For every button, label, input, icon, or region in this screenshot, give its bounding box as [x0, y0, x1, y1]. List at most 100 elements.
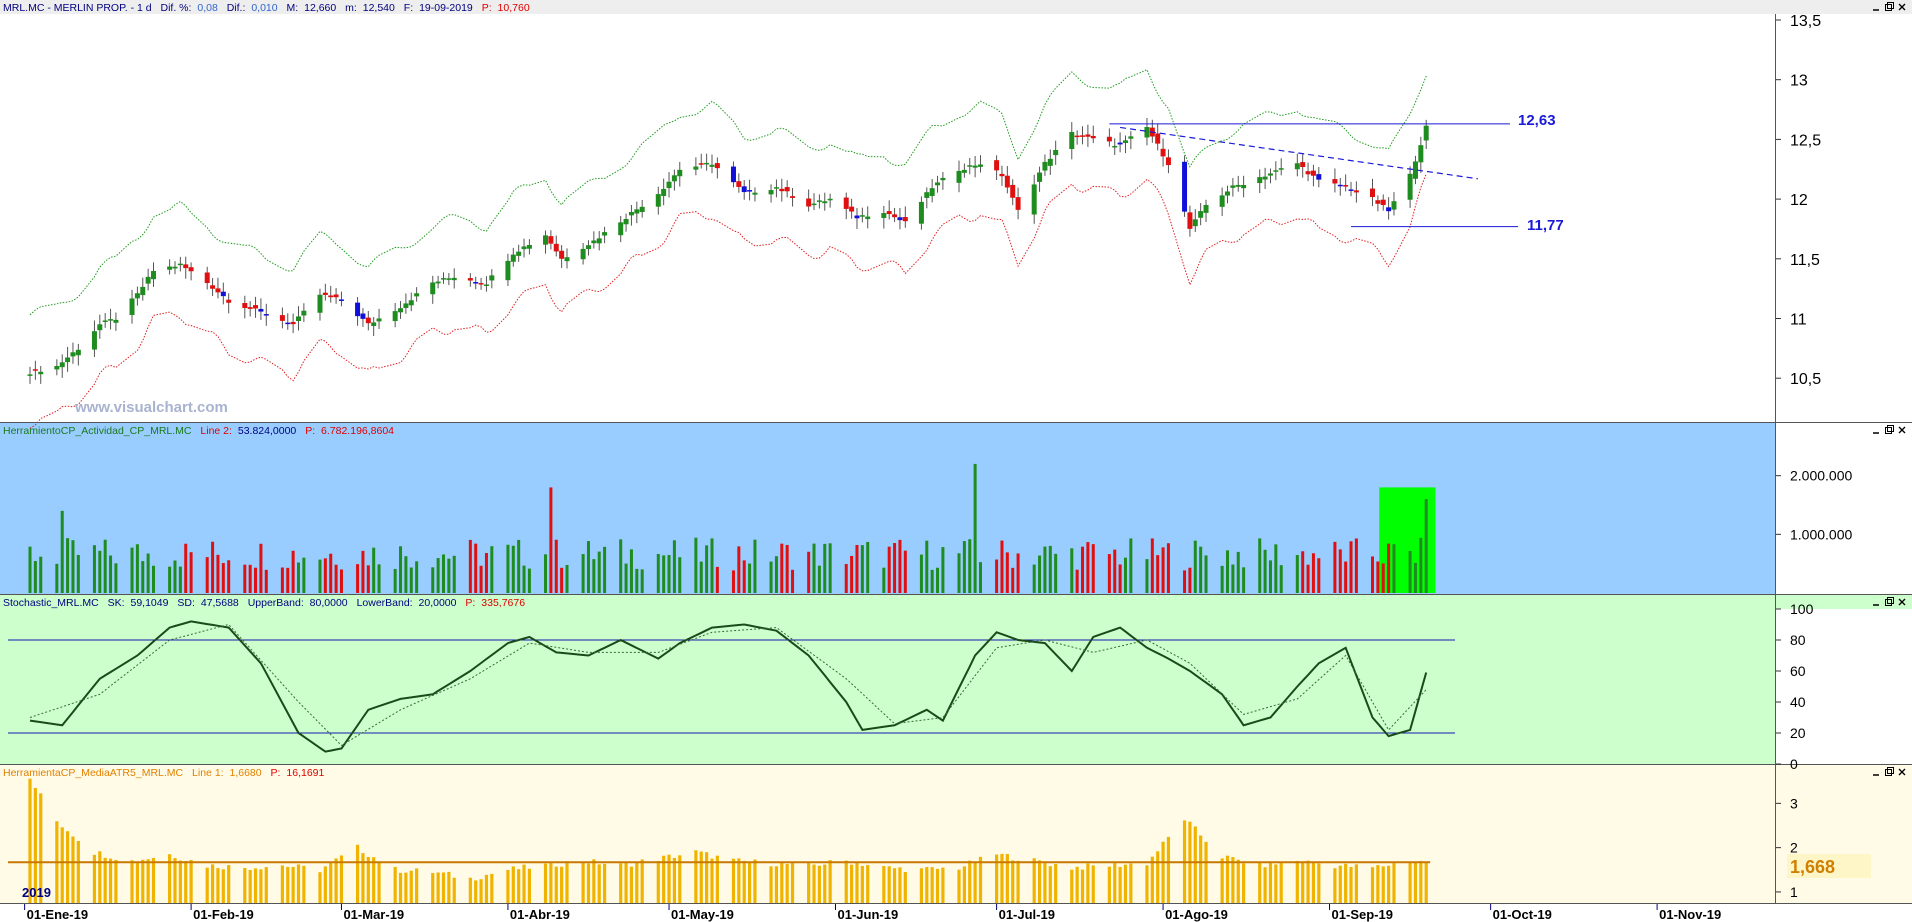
atr-header: HerramientaCP_MediaATR5_MRL.MC Line 1: 1…	[3, 767, 325, 779]
atr-bar	[549, 861, 553, 903]
volume-bar	[769, 561, 773, 593]
atr-bar	[361, 853, 365, 903]
atr-bar	[151, 858, 156, 903]
volume-bar	[903, 550, 907, 593]
atr-bar	[919, 868, 924, 903]
atr-bar	[973, 862, 977, 903]
atr-bar	[1123, 864, 1128, 903]
volume-bar	[1091, 544, 1095, 593]
atr-bar	[1150, 856, 1154, 903]
candle-body	[1230, 185, 1236, 188]
volume-bar	[329, 553, 333, 593]
candle-body	[1407, 173, 1413, 200]
atr-bar	[694, 850, 698, 903]
volume-bar	[978, 562, 982, 593]
candle-body	[54, 366, 60, 370]
atr-bar	[1107, 866, 1111, 903]
atr-bar	[1166, 836, 1171, 903]
volume-bar	[973, 463, 977, 593]
candle-body	[671, 175, 677, 182]
volume-bar	[1054, 553, 1058, 593]
atr-bar	[957, 869, 961, 903]
atr-bar	[474, 880, 478, 903]
candle-body	[188, 267, 194, 272]
atr-bar	[1054, 863, 1058, 903]
volume-bar	[941, 547, 945, 593]
candle-body	[38, 371, 44, 375]
candle-body	[1294, 163, 1300, 170]
candle-body	[1080, 135, 1086, 137]
volume-bar	[415, 561, 419, 593]
candle-body	[886, 211, 892, 215]
atr-bar	[1113, 863, 1117, 903]
atr-bar	[812, 864, 816, 903]
volume-bar	[995, 559, 999, 593]
volume-bar	[356, 564, 360, 593]
candle-body	[1278, 168, 1284, 170]
volume-bar	[399, 546, 403, 593]
atr-bar	[366, 856, 370, 903]
candle-body	[736, 181, 742, 187]
atr-bar	[1080, 869, 1085, 903]
candle-body	[113, 319, 119, 323]
atr-bar	[1048, 866, 1052, 903]
candle-body	[483, 284, 489, 286]
candle-body	[806, 198, 812, 207]
candle-body	[1112, 145, 1118, 148]
candle-body	[892, 214, 898, 218]
atr-bar	[935, 868, 940, 903]
candle-body	[1343, 185, 1349, 187]
atr-bar	[334, 858, 338, 903]
volume-bar	[1086, 542, 1090, 593]
support-level-label: 11,77	[1527, 217, 1564, 234]
candle-body	[140, 286, 146, 296]
atr-bar	[141, 859, 145, 903]
atr-bar	[629, 866, 634, 903]
volume-bar	[323, 558, 327, 593]
volume-bar	[372, 547, 376, 593]
volume-bar	[1188, 567, 1192, 593]
candle-body	[91, 331, 97, 350]
candle-body	[1375, 200, 1381, 204]
candle-body	[1198, 211, 1204, 218]
atr-bar	[699, 851, 703, 903]
volume-bar	[221, 563, 225, 593]
atr-bar	[1279, 861, 1283, 903]
volume-bar	[635, 568, 639, 593]
candle-body	[639, 206, 645, 212]
candle-body	[661, 188, 667, 197]
candle-body	[145, 276, 151, 284]
candle-body	[247, 307, 253, 309]
candle-body	[263, 314, 269, 316]
volume-bar	[1301, 551, 1305, 593]
atr-bar	[1156, 851, 1160, 903]
volume-bar	[565, 564, 569, 593]
atr-bar	[968, 860, 972, 903]
candle-body	[628, 212, 634, 216]
candle-body	[333, 294, 339, 298]
candle-body	[398, 308, 404, 313]
stochastic-tick-label: 40	[1790, 694, 1806, 710]
volume-bar	[715, 566, 719, 593]
atr-bar	[178, 860, 182, 903]
atr-bar	[780, 862, 784, 903]
volume-bar	[1274, 544, 1278, 593]
atr-bar	[60, 827, 64, 903]
date-tick-label: 01-Ene-19	[27, 907, 88, 922]
volume-bar	[404, 556, 408, 593]
atr-bar	[184, 861, 188, 903]
volume-bar	[184, 543, 188, 593]
candle-body	[1219, 195, 1225, 207]
volume-bar	[1317, 558, 1321, 593]
date-tick-label: 01-Mar-19	[343, 907, 404, 922]
candle-body	[902, 217, 908, 222]
volume-bar	[1306, 564, 1310, 593]
volume-bar	[893, 543, 897, 593]
candle-body	[526, 244, 532, 249]
volume-bar	[173, 560, 177, 593]
atr-bar	[823, 864, 827, 903]
candle-body	[1106, 136, 1112, 142]
volume-bar	[168, 566, 172, 593]
atr-bar	[1011, 860, 1015, 903]
atr-bar	[785, 863, 789, 903]
